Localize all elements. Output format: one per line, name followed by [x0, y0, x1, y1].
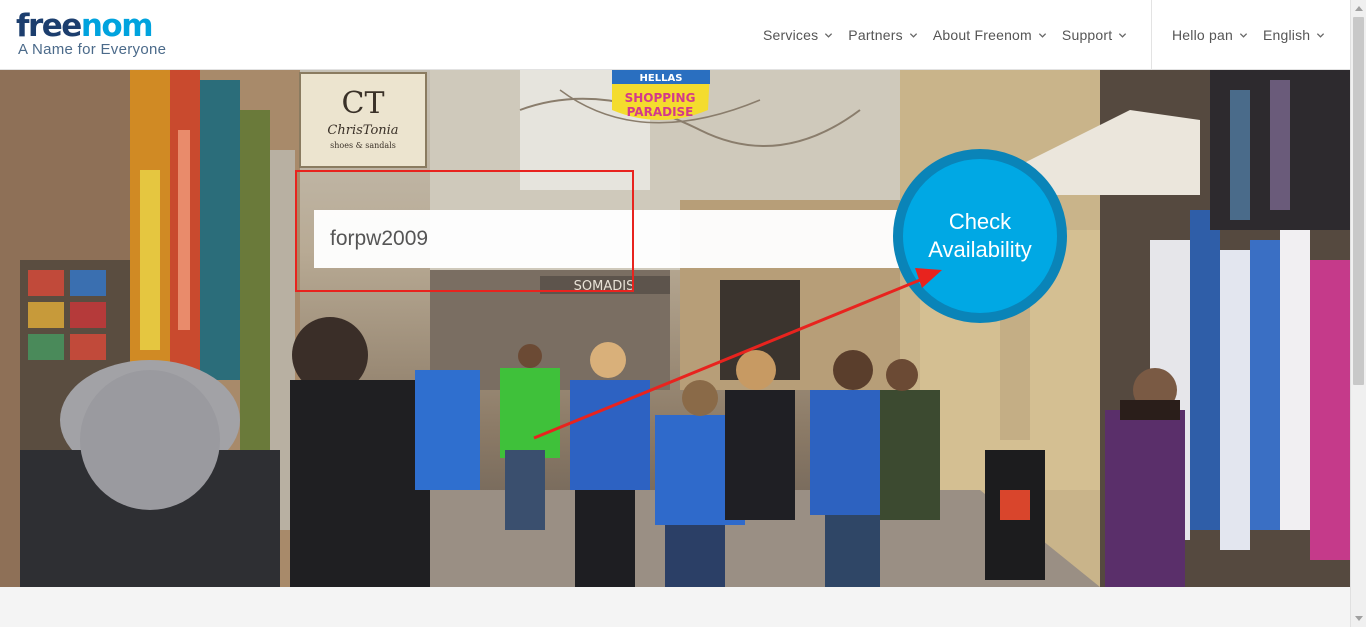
- page-scrollbar[interactable]: [1350, 0, 1366, 627]
- shop-sign-name: ChrisTonia: [327, 123, 398, 138]
- nav-about[interactable]: About Freenom: [933, 27, 1047, 43]
- below-hero-area: [0, 587, 1350, 627]
- nav-services-label: Services: [763, 27, 819, 43]
- hero-banner: CT ChrisTonia shoes & sandals HELLAS SHO…: [0, 70, 1350, 587]
- nav-language-label: English: [1262, 27, 1311, 43]
- hero-background-photo: CT ChrisTonia shoes & sandals HELLAS SHO…: [0, 70, 1350, 587]
- nav-services[interactable]: Services: [763, 27, 833, 43]
- scroll-thumb[interactable]: [1353, 17, 1364, 385]
- nav-user-menu[interactable]: Hello pan: [1172, 27, 1248, 43]
- main-nav: Services Partners About Freenom Support: [763, 0, 1142, 70]
- nav-about-label: About Freenom: [932, 27, 1032, 43]
- logo-wordmark: freenom: [16, 8, 154, 44]
- chevron-down-icon: [1038, 32, 1047, 38]
- scroll-down-arrow[interactable]: [1355, 616, 1363, 621]
- chevron-down-icon: [909, 32, 917, 38]
- check-availability-button[interactable]: Check Availability: [893, 149, 1067, 323]
- nav-partners-label: Partners: [848, 27, 903, 43]
- user-nav: Hello pan English: [1172, 0, 1340, 70]
- banner-line2: PARADISE: [627, 105, 694, 119]
- chevron-down-icon: [825, 32, 833, 38]
- scroll-up-arrow[interactable]: [1355, 6, 1363, 11]
- check-button-line1: Check: [948, 209, 1012, 234]
- domain-search-input[interactable]: [314, 210, 904, 268]
- store-sign: SOMADIS: [574, 279, 635, 294]
- freenom-logo[interactable]: freenom A Name for Everyone: [16, 8, 166, 58]
- banner-line1: SHOPPING: [625, 91, 696, 105]
- nav-user-label: Hello pan: [1172, 27, 1233, 43]
- chevron-down-icon: [1119, 32, 1127, 38]
- shop-sign-sub: shoes & sandals: [330, 141, 396, 150]
- shop-sign-big: CT: [342, 86, 385, 121]
- banner-top: HELLAS: [640, 73, 683, 84]
- nav-divider: [1151, 0, 1152, 70]
- nav-language[interactable]: English: [1263, 27, 1325, 43]
- nav-support-label: Support: [1061, 27, 1113, 43]
- logo-tagline: A Name for Everyone: [18, 41, 167, 58]
- check-button-line2: Availability: [928, 237, 1032, 262]
- chevron-down-icon: [1317, 32, 1325, 38]
- nav-partners[interactable]: Partners: [848, 27, 918, 43]
- chevron-down-icon: [1239, 32, 1248, 38]
- site-header: freenom A Name for Everyone Services Par…: [0, 0, 1350, 70]
- nav-support[interactable]: Support: [1062, 27, 1127, 43]
